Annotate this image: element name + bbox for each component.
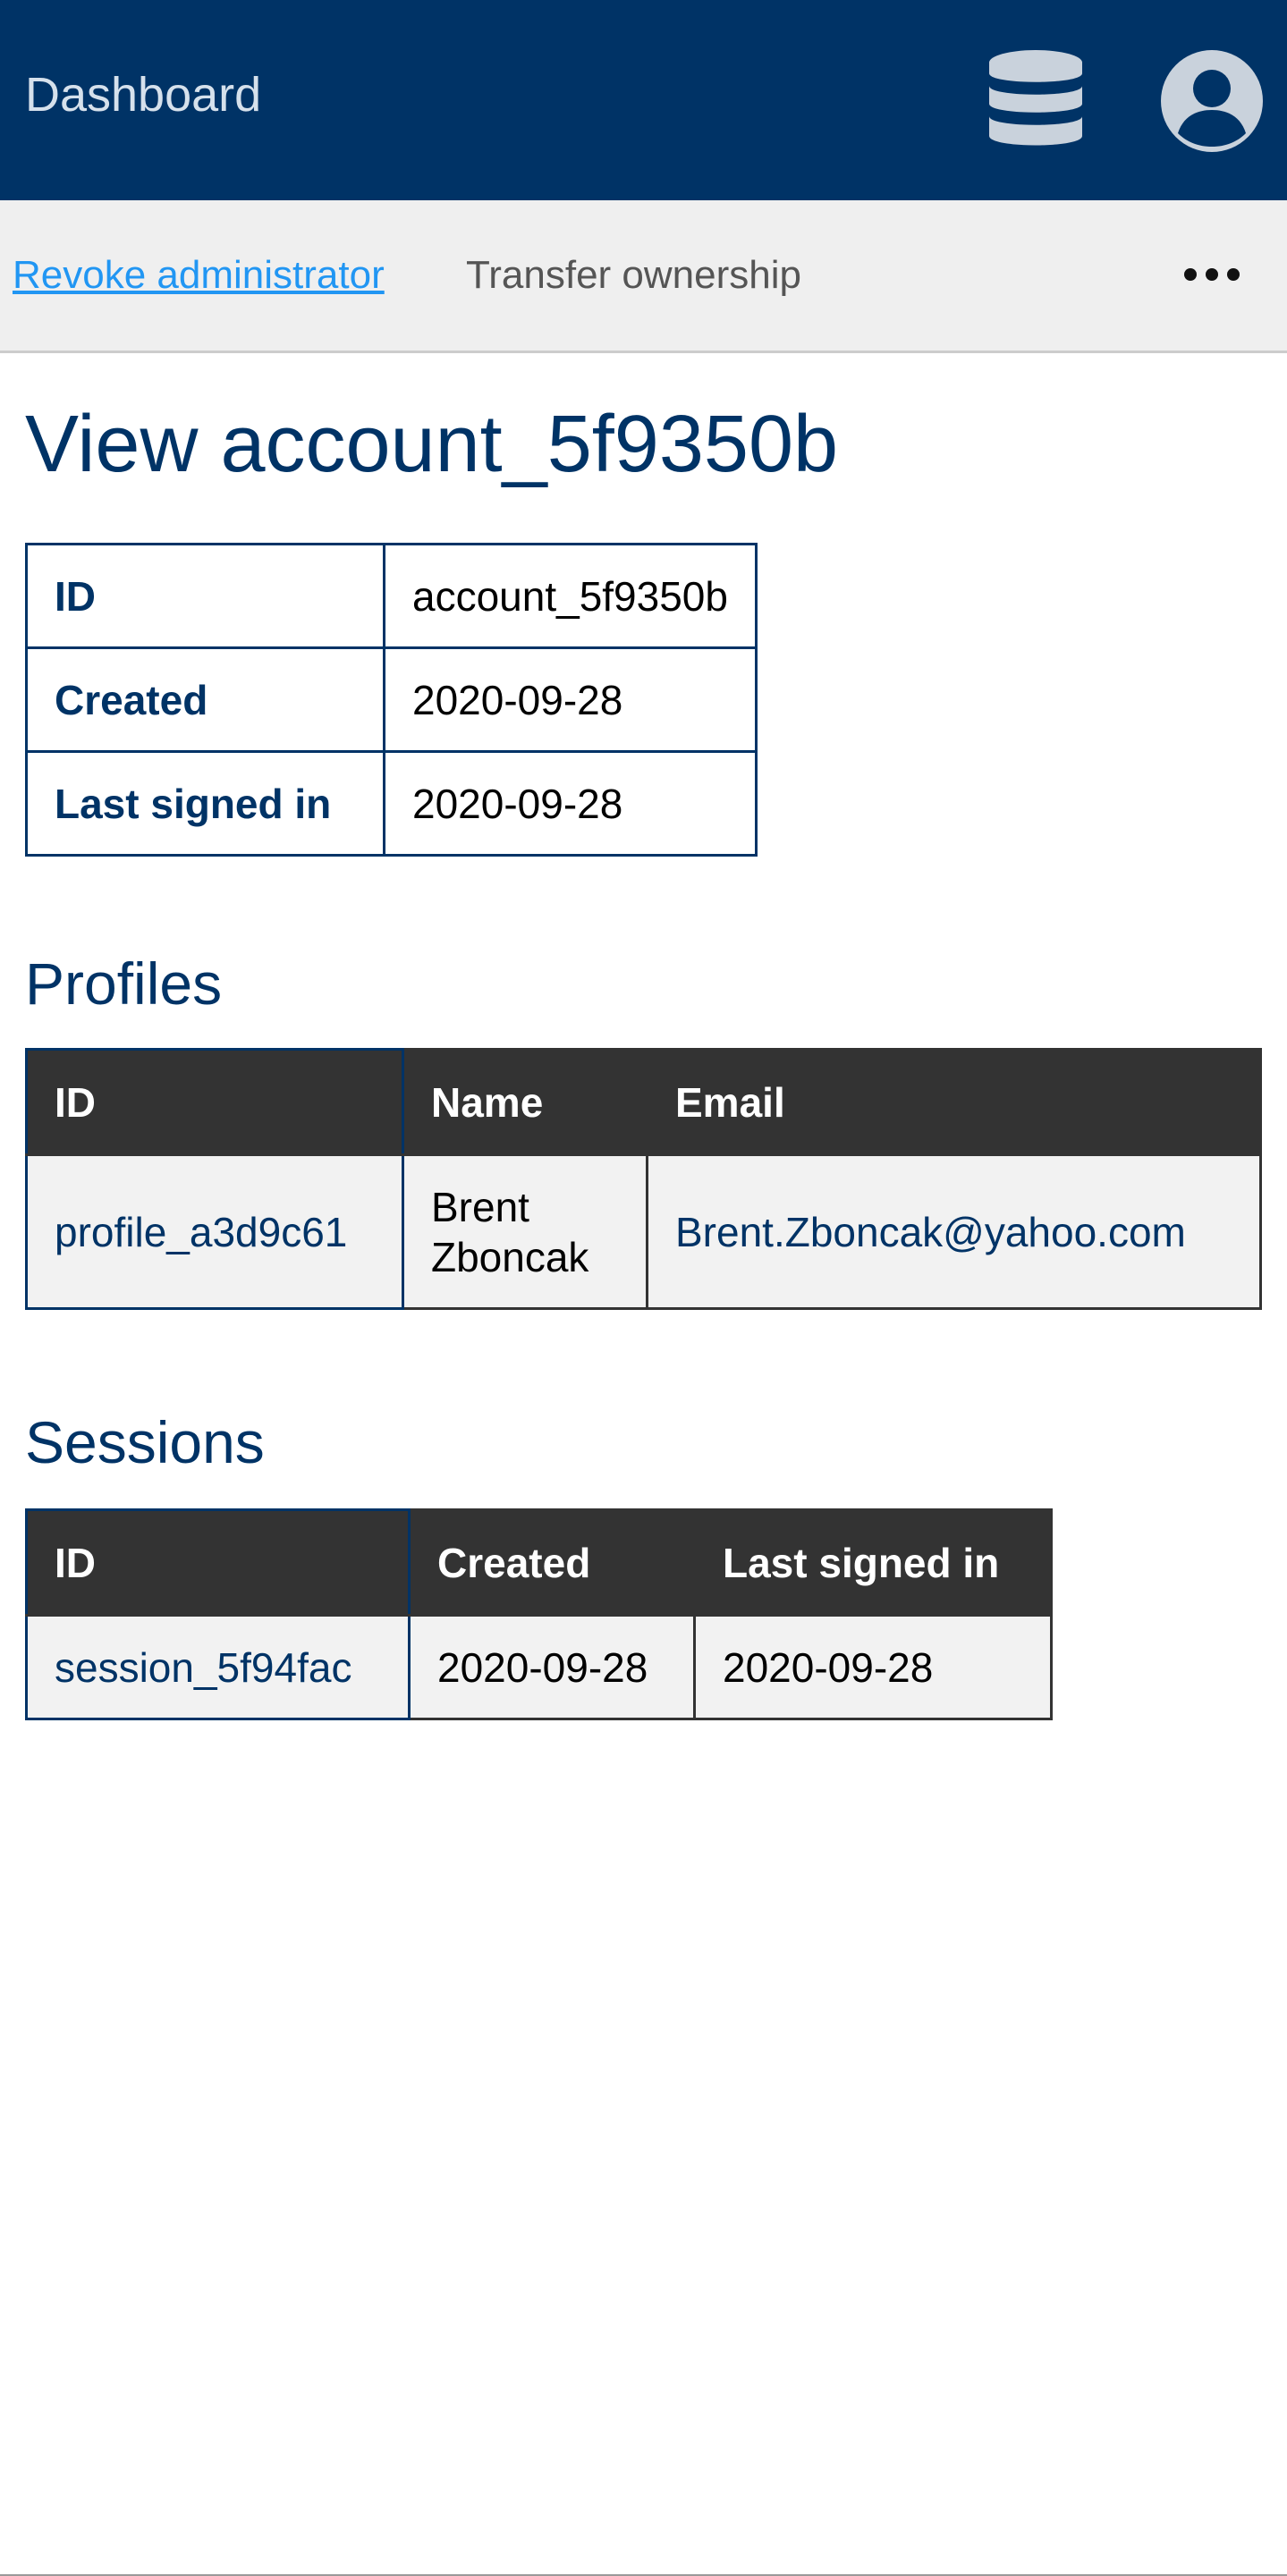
main-content: View account_5f9350b ID account_5f9350b … [0,353,1287,1720]
column-header-id: ID [25,1048,404,1156]
session-last-signed-in: 2020-09-28 [693,1614,1053,1720]
user-circle-icon[interactable] [1161,50,1263,152]
more-dot [1206,268,1218,281]
session-id-text[interactable]: session_5f94fac [55,1644,351,1691]
details-row: Last signed in 2020-09-28 [25,750,758,857]
page-title: View account_5f9350b [25,400,839,489]
profile-id-text[interactable]: profile_a3d9c61 [55,1209,347,1255]
profile-name: Brent Zboncak [402,1153,648,1310]
more-options-icon[interactable] [1181,252,1243,297]
column-header-email: Email [646,1048,1262,1156]
revoke-administrator-link[interactable]: Revoke administrator [13,249,385,302]
column-header-last-signed-in: Last signed in [693,1508,1053,1617]
profile-email-text[interactable]: Brent.Zboncak@yahoo.com [675,1209,1186,1255]
database-icon[interactable] [989,48,1082,152]
table-header-row: ID Name Email [25,1048,1262,1156]
table-header-row: ID Created Last signed in [25,1508,1053,1617]
details-label: Last signed in [25,750,385,857]
more-dot [1184,268,1197,281]
profiles-table: ID Name Email profile_a3d9c61 Brent Zbon… [25,1048,1262,1310]
table-row: profile_a3d9c61 Brent Zboncak Brent.Zbon… [25,1153,1262,1310]
column-header-id: ID [25,1508,411,1617]
details-value: 2020-09-28 [383,750,758,857]
action-bar: Revoke administrator Transfer ownership [0,200,1287,353]
more-dot [1227,268,1240,281]
sessions-table: ID Created Last signed in session_5f94fa… [25,1508,1053,1720]
account-details-table: ID account_5f9350b Created 2020-09-28 La… [25,543,758,857]
details-value: 2020-09-28 [383,646,758,753]
details-row: ID account_5f9350b [25,543,758,649]
profile-id-link[interactable]: profile_a3d9c61 [25,1153,404,1310]
column-header-created: Created [408,1508,696,1617]
details-value: account_5f9350b [383,543,758,649]
table-row: session_5f94fac 2020-09-28 2020-09-28 [25,1614,1053,1720]
sessions-heading: Sessions [25,1409,265,1475]
details-label: Created [25,646,385,753]
profile-email-link[interactable]: Brent.Zboncak@yahoo.com [646,1153,1262,1310]
transfer-ownership-link[interactable]: Transfer ownership [466,249,801,302]
column-header-name: Name [402,1048,648,1156]
session-id-link[interactable]: session_5f94fac [25,1614,411,1720]
app-header: Dashboard [0,0,1287,200]
session-created: 2020-09-28 [408,1614,696,1720]
dashboard-link[interactable]: Dashboard [25,66,261,123]
details-label: ID [25,543,385,649]
details-row: Created 2020-09-28 [25,646,758,753]
profiles-heading: Profiles [25,950,223,1017]
